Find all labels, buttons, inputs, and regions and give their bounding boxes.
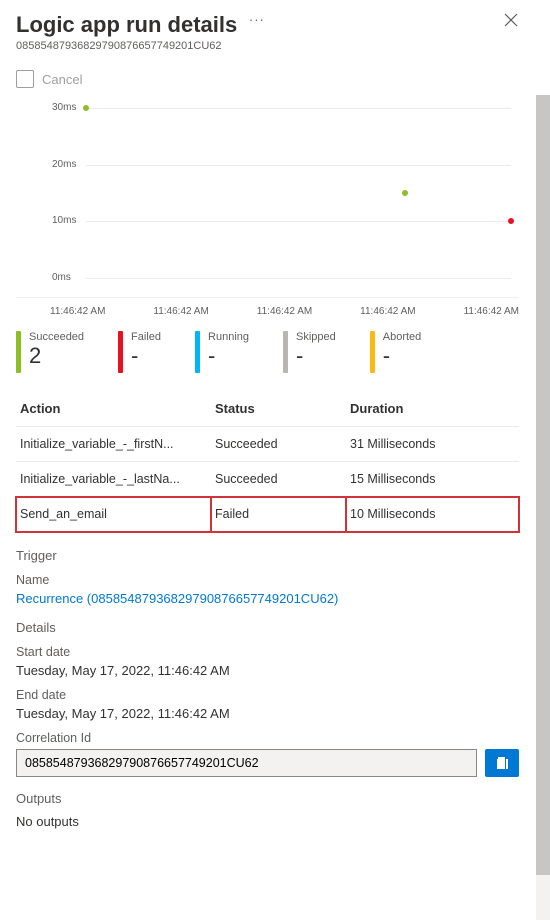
details-section: Details: [16, 620, 519, 635]
run-id: 08585487936829790876657749201CU62: [16, 40, 503, 52]
start-date-label: Start date: [16, 645, 519, 659]
gridline: [86, 221, 511, 222]
scrollbar[interactable]: [536, 95, 550, 920]
trigger-link[interactable]: Recurrence (0858548793682979087665774920…: [16, 591, 519, 606]
kpi-label: Skipped: [296, 331, 336, 343]
chart-x-axis: 11:46:42 AM 11:46:42 AM 11:46:42 AM 11:46:4…: [50, 306, 519, 317]
kpi-value: -: [131, 343, 161, 369]
data-point: [83, 105, 89, 111]
scrollbar-thumb[interactable]: [536, 95, 550, 875]
outputs-section: Outputs: [16, 791, 519, 806]
kpi-value: -: [383, 343, 422, 369]
cancel-label: Cancel: [42, 72, 82, 87]
end-date-value: Tuesday, May 17, 2022, 11:46:42 AM: [16, 706, 519, 721]
trigger-section: Trigger: [16, 548, 519, 563]
x-tick: 11:46:42 AM: [360, 306, 415, 317]
cell-action: Initialize_variable_-_firstN...: [16, 427, 211, 462]
name-label: Name: [16, 573, 519, 587]
cell-duration: 31 Milliseconds: [346, 427, 519, 462]
outputs-value: No outputs: [16, 814, 519, 829]
y-tick: 30ms: [52, 102, 76, 113]
cell-action: Send_an_email: [16, 497, 211, 532]
page-title: Logic app run details: [16, 12, 237, 38]
table-row[interactable]: Initialize_variable_-_firstN...Succeeded…: [16, 427, 519, 462]
y-tick: 10ms: [52, 215, 76, 226]
kpi-label: Failed: [131, 331, 161, 343]
gridline: [86, 278, 511, 279]
cell-status: Succeeded: [211, 427, 346, 462]
data-point: [508, 218, 514, 224]
cell-status: Succeeded: [211, 462, 346, 497]
correlation-input[interactable]: [16, 749, 477, 777]
kpi-bar: [195, 331, 200, 373]
x-tick: 11:46:42 AM: [50, 306, 105, 317]
cell-duration: 15 Milliseconds: [346, 462, 519, 497]
close-button[interactable]: [503, 12, 519, 31]
kpi-value: -: [208, 343, 249, 369]
col-duration[interactable]: Duration: [346, 391, 519, 427]
col-status[interactable]: Status: [211, 391, 346, 427]
x-tick: 11:46:42 AM: [153, 306, 208, 317]
copy-button[interactable]: [485, 749, 519, 777]
kpi-bar: [118, 331, 123, 373]
kpi-bar: [283, 331, 288, 373]
kpi-aborted: Aborted-: [370, 331, 422, 373]
table-row[interactable]: Send_an_emailFailed10 Milliseconds: [16, 497, 519, 532]
checkbox-icon: [16, 70, 34, 88]
gridline: [86, 165, 511, 166]
actions-table: Action Status Duration Initialize_variab…: [16, 391, 519, 532]
more-icon[interactable]: ···: [249, 12, 265, 27]
end-date-label: End date: [16, 688, 519, 702]
x-tick: 11:46:42 AM: [257, 306, 312, 317]
col-action[interactable]: Action: [16, 391, 211, 427]
kpi-bar: [370, 331, 375, 373]
duration-chart: 0ms 10ms 20ms 30ms: [16, 98, 519, 298]
cancel-button: Cancel: [16, 70, 519, 88]
kpi-label: Succeeded: [29, 331, 84, 343]
kpi-failed: Failed-: [118, 331, 161, 373]
close-icon: [503, 12, 519, 28]
kpi-succeeded: Succeeded2: [16, 331, 84, 373]
kpi-value: 2: [29, 343, 84, 369]
cell-duration: 10 Milliseconds: [346, 497, 519, 532]
kpi-label: Aborted: [383, 331, 422, 343]
cell-status: Failed: [211, 497, 346, 532]
y-tick: 20ms: [52, 159, 76, 170]
y-tick: 0ms: [52, 272, 71, 283]
kpi-running: Running-: [195, 331, 249, 373]
data-point: [402, 190, 408, 196]
cell-action: Initialize_variable_-_lastNa...: [16, 462, 211, 497]
kpi-skipped: Skipped-: [283, 331, 336, 373]
correlation-label: Correlation Id: [16, 731, 519, 745]
copy-icon: [494, 755, 510, 771]
kpi-value: -: [296, 343, 336, 369]
start-date-value: Tuesday, May 17, 2022, 11:46:42 AM: [16, 663, 519, 678]
gridline: [86, 108, 511, 109]
kpi-bar: [16, 331, 21, 373]
table-row[interactable]: Initialize_variable_-_lastNa...Succeeded…: [16, 462, 519, 497]
kpi-label: Running: [208, 331, 249, 343]
kpi-row: Succeeded2Failed-Running-Skipped-Aborted…: [16, 331, 519, 373]
x-tick: 11:46:42 AM: [464, 306, 519, 317]
